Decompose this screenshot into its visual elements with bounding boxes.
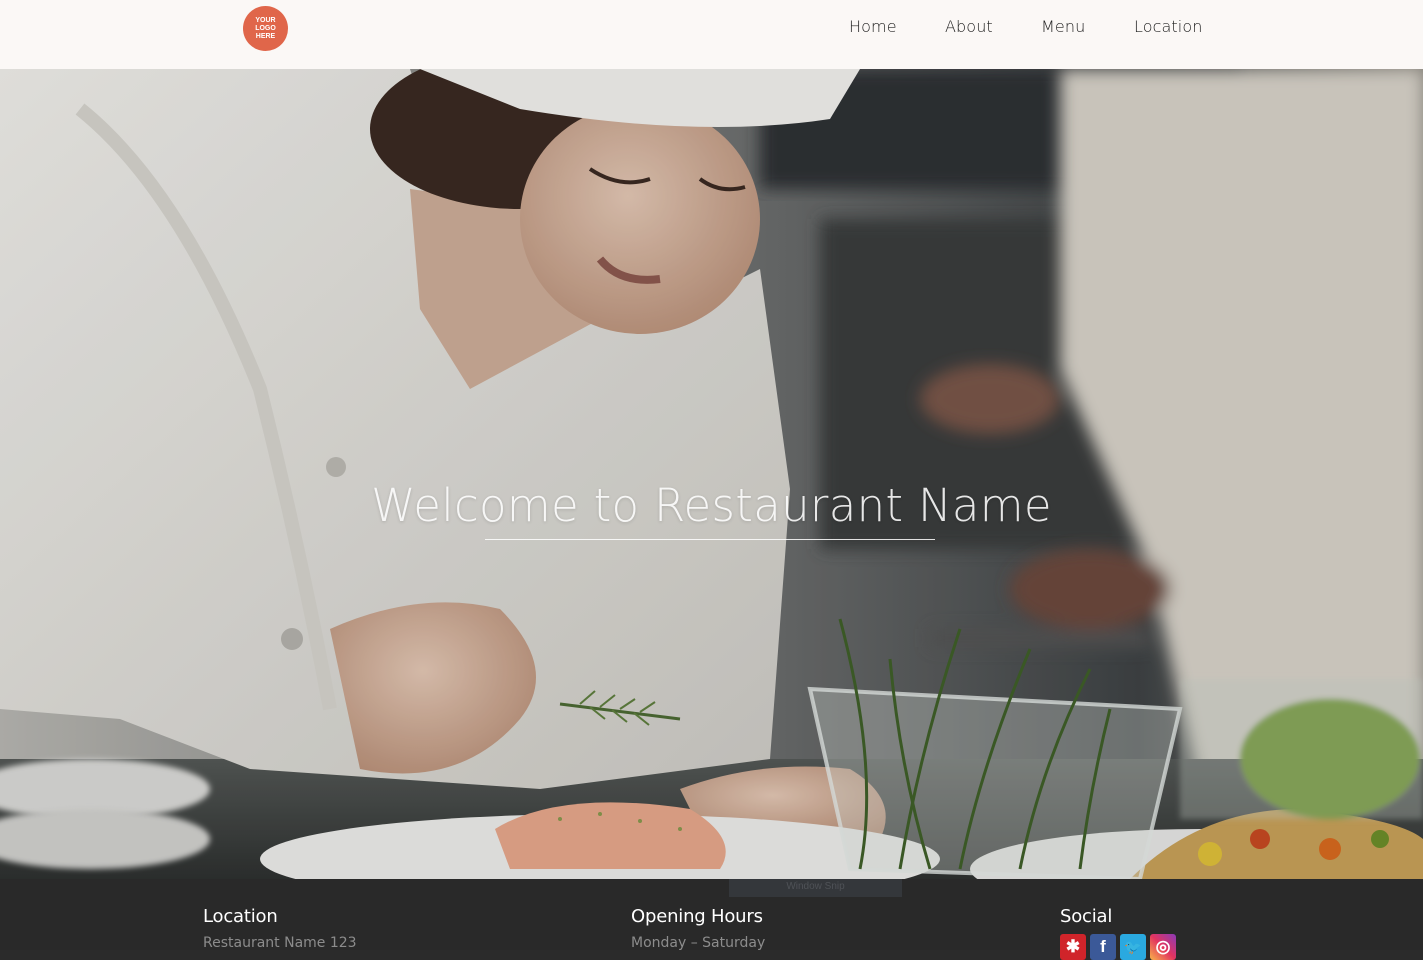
hero-section: Welcome to Restaurant Name (0, 69, 1423, 879)
window-snip-tab[interactable]: Window Snip (729, 879, 902, 897)
footer-location: Location Restaurant Name 123 (203, 906, 357, 951)
nav-location[interactable]: Location (1134, 17, 1202, 36)
twitter-icon[interactable]: 🐦 (1120, 934, 1146, 960)
footer-social-heading: Social (1060, 906, 1113, 927)
site-footer: Location Restaurant Name 123 Opening Hou… (0, 879, 1423, 960)
nav-menu[interactable]: Menu (1041, 17, 1085, 36)
social-icons: ✱ f 🐦 ◎ (1060, 934, 1176, 960)
yelp-icon[interactable]: ✱ (1060, 934, 1086, 960)
main-nav: Home About Menu Location (0, 17, 1423, 39)
footer-hours: Opening Hours Monday – Saturday (631, 906, 765, 951)
chef-plating-dish-photo (0, 69, 1423, 879)
site-header: YOUR LOGO HERE Home About Menu Location (0, 0, 1423, 69)
hero-title: Welcome to Restaurant Name (371, 479, 1052, 532)
nav-home[interactable]: Home (849, 17, 897, 36)
nav-about[interactable]: About (945, 17, 993, 36)
footer-social: Social ✱ f 🐦 ◎ (1060, 906, 1176, 960)
facebook-icon[interactable]: f (1090, 934, 1116, 960)
footer-hours-heading: Opening Hours (631, 906, 763, 927)
footer-hours-line: Monday – Saturday (631, 935, 766, 951)
hero-divider (485, 539, 935, 540)
instagram-icon[interactable]: ◎ (1150, 934, 1176, 960)
footer-location-heading: Location (203, 906, 278, 927)
footer-location-line: Restaurant Name 123 (203, 935, 357, 951)
